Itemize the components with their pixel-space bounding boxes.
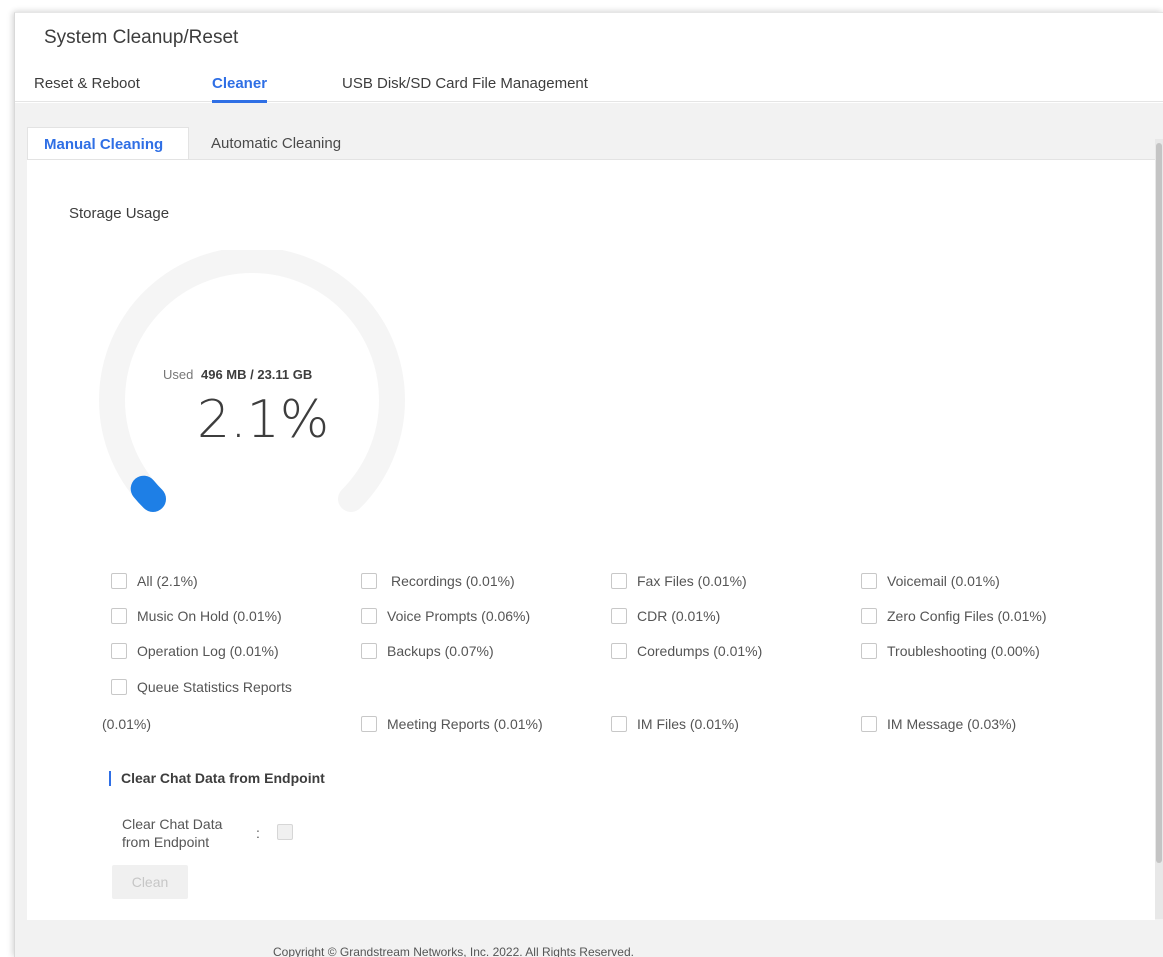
checkbox-box[interactable] (861, 608, 877, 624)
storage-usage-label: Storage Usage (69, 205, 170, 222)
checkbox-label: Coredumps (0.01%) (637, 643, 763, 659)
checkbox-label: Music On Hold (0.01%) (137, 608, 282, 624)
checkbox-voicemail[interactable]: Voicemail (0.01%) (861, 573, 1000, 589)
checkbox-label: Voicemail (0.01%) (887, 573, 1000, 589)
checkbox-coredumps[interactable]: Coredumps (0.01%) (611, 643, 762, 659)
checkbox-music-on-hold[interactable]: Music On Hold (0.01%) (111, 608, 282, 624)
checkbox-box[interactable] (611, 643, 627, 659)
checkbox-queue-statistics-reports[interactable]: Queue Statistics Reports (111, 679, 292, 695)
checkbox-box[interactable] (861, 716, 877, 732)
checkbox-label: Meeting Reports (0.01%) (387, 716, 543, 732)
tab-usb-sd-file-management[interactable]: USB Disk/SD Card File Management (342, 75, 588, 100)
used-value: 496 MB / 23.11 GB (200, 367, 313, 382)
checkbox-box[interactable] (111, 643, 127, 659)
clear-chat-checkbox[interactable] (277, 824, 293, 840)
checkbox-label: Fax Files (0.01%) (637, 573, 747, 589)
checkbox-box[interactable] (861, 643, 877, 659)
checkbox-recordings[interactable]: Recordings (0.01%) (361, 573, 515, 589)
scrollbar[interactable] (1155, 139, 1163, 919)
section-title-clear-chat: Clear Chat Data from Endpoint (109, 771, 325, 786)
checkbox-box[interactable] (111, 573, 127, 589)
checkbox-backups[interactable]: Backups (0.07%) (361, 643, 494, 659)
top-tab-bar: Reset & Reboot Cleaner USB Disk/SD Card … (15, 71, 1163, 103)
checkbox-box[interactable] (861, 573, 877, 589)
gauge-fill (130, 475, 167, 512)
checkbox-label: CDR (0.01%) (637, 608, 721, 624)
checkbox-label: Recordings (0.01%) (391, 573, 515, 589)
checkbox-label: Operation Log (0.01%) (137, 643, 279, 659)
usage-percent: 2.1% (197, 390, 330, 450)
checkbox-label: Voice Prompts (0.06%) (387, 608, 531, 624)
clean-button[interactable]: Clean (112, 865, 188, 899)
checkbox-label: IM Files (0.01%) (637, 716, 739, 732)
used-prefix: Used (163, 367, 194, 382)
checkbox-im-files[interactable]: IM Files (0.01%) (611, 716, 739, 732)
checkbox-label: Zero Config Files (0.01%) (887, 608, 1047, 624)
checkbox-box[interactable] (361, 716, 377, 732)
checkbox-operation-log[interactable]: Operation Log (0.01%) (111, 643, 279, 659)
checkbox-meeting-reports[interactable]: Meeting Reports (0.01%) (361, 716, 543, 732)
checkbox-im-message[interactable]: IM Message (0.03%) (861, 716, 1016, 732)
manual-cleaning-panel: Storage Usage Used 496 MB / 23.11 GB 2.1… (27, 159, 1155, 920)
checkbox-label: Queue Statistics Reports (137, 679, 292, 695)
checkbox-cdr[interactable]: CDR (0.01%) (611, 608, 720, 624)
tab-manual-cleaning[interactable]: Manual Cleaning (27, 127, 189, 161)
checkbox-box[interactable] (611, 716, 627, 732)
main-window: System Cleanup/Reset Reset & Reboot Clea… (14, 12, 1163, 957)
checkbox-label: IM Message (0.03%) (887, 716, 1017, 732)
checkbox-label: All (2.1%) (137, 573, 198, 589)
checkbox-box[interactable] (111, 679, 127, 695)
tab-reset-reboot[interactable]: Reset & Reboot (34, 75, 140, 100)
field-label-line2: from Endpoint (122, 834, 210, 850)
checkbox-box[interactable] (611, 608, 627, 624)
clear-chat-field-label: Clear Chat Data from Endpoint (122, 815, 222, 851)
tab-cleaner[interactable]: Cleaner (212, 75, 268, 103)
scrollbar-thumb[interactable] (1156, 143, 1162, 863)
checkbox-box[interactable] (611, 573, 627, 589)
page-title: System Cleanup/Reset (44, 27, 239, 48)
checkbox-box[interactable] (361, 608, 377, 624)
field-colon: : (256, 825, 260, 841)
queue-statistics-percent: (0.01%) (102, 716, 152, 732)
field-label-line1: Clear Chat Data (122, 816, 223, 832)
used-storage-text: Used 496 MB / 23.11 GB (163, 367, 312, 382)
footer-copyright: Copyright © Grandstream Networks, Inc. 2… (273, 945, 634, 957)
checkbox-all[interactable]: All (2.1%) (111, 573, 198, 589)
checkbox-box[interactable] (361, 643, 377, 659)
checkbox-label: Backups (0.07%) (387, 643, 494, 659)
checkbox-fax-files[interactable]: Fax Files (0.01%) (611, 573, 747, 589)
checkbox-box[interactable] (361, 573, 377, 589)
checkbox-zero-config-files[interactable]: Zero Config Files (0.01%) (861, 608, 1047, 624)
checkbox-troubleshooting[interactable]: Troubleshooting (0.00%) (861, 643, 1040, 659)
tab-automatic-cleaning[interactable]: Automatic Cleaning (195, 127, 357, 161)
checkbox-label: Troubleshooting (0.00%) (887, 643, 1040, 659)
checkbox-box[interactable] (111, 608, 127, 624)
checkbox-voice-prompts[interactable]: Voice Prompts (0.06%) (361, 608, 530, 624)
